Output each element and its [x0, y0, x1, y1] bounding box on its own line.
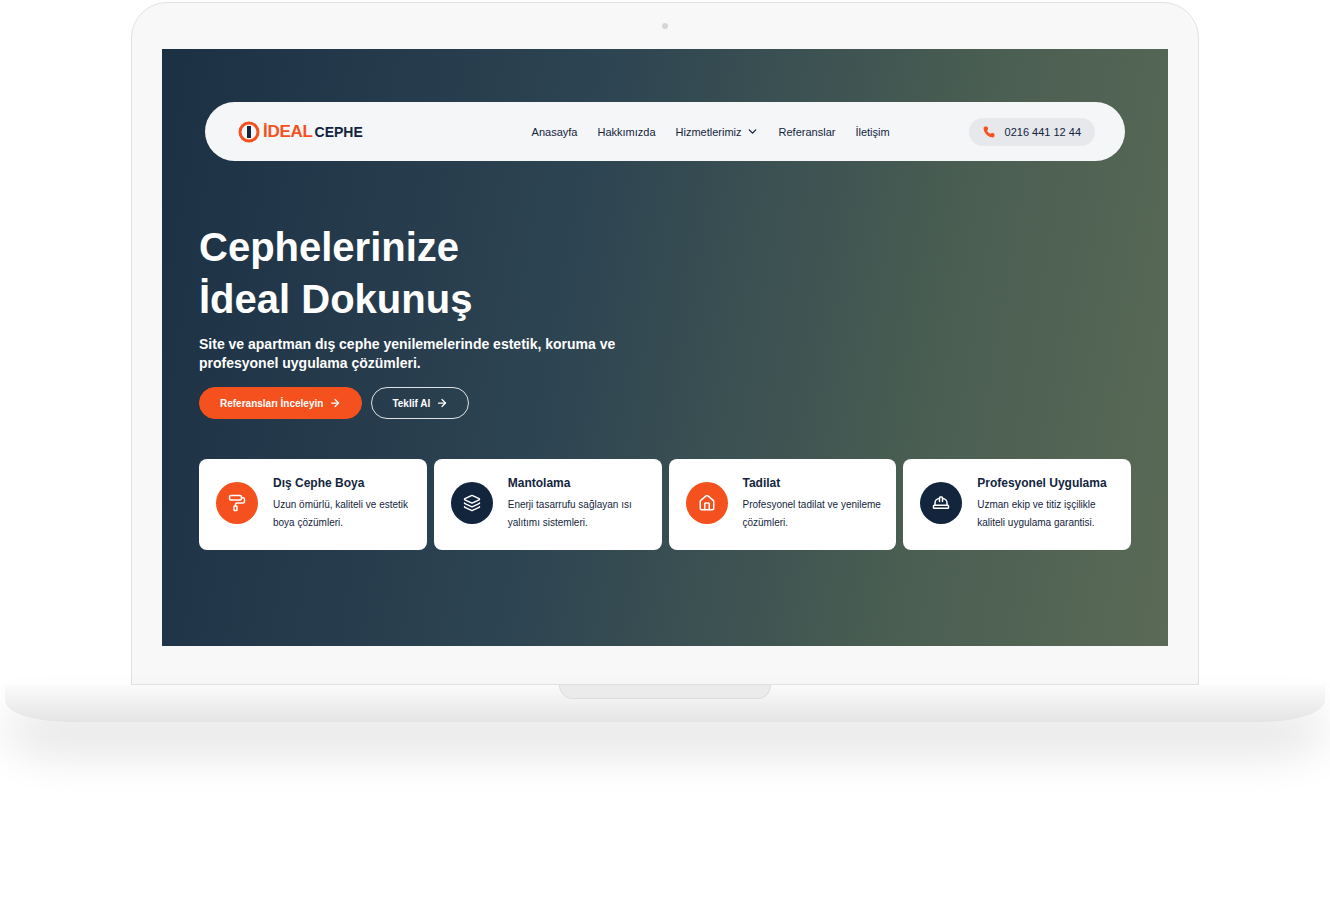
- service-description: Uzun ömürlü, kaliteli ve estetik boya çö…: [273, 496, 413, 532]
- service-text: Mantolama Enerji tasarrufu sağlayan ısı y…: [508, 476, 648, 532]
- nav-item[interactable]: Hakkımızda: [597, 125, 655, 138]
- hero-button[interactable]: Teklif Al: [371, 387, 469, 419]
- phone-icon: [983, 126, 995, 138]
- mockup-page: İDEALCEPHE Anasayfa Hakkımızda Hizmetlerimi…: [0, 0, 1330, 912]
- service-icon-circle: [686, 482, 728, 524]
- service-icon: [932, 494, 950, 512]
- nav-item[interactable]: Hizmetlerimiz: [676, 125, 759, 138]
- logo[interactable]: İDEALCEPHE: [237, 120, 363, 144]
- hero-title: Cephelerinizeİdeal Dokunuş: [199, 221, 1131, 325]
- service-card[interactable]: Tadilat Profesyonel tadilat ve yenileme ç…: [669, 459, 897, 550]
- service-card[interactable]: Mantolama Enerji tasarrufu sağlayan ısı y…: [434, 459, 662, 550]
- arrow-right-icon: [329, 397, 341, 409]
- service-title: Tadilat: [743, 476, 883, 490]
- navbar: İDEALCEPHE Anasayfa Hakkımızda Hizmetlerimi…: [205, 102, 1125, 161]
- hero-title-line: İdeal Dokunuş: [199, 273, 1131, 325]
- arrow-right-icon: [436, 397, 448, 409]
- service-icon-circle: [920, 482, 962, 524]
- logo-primary: İDEAL: [263, 122, 313, 142]
- nav-item[interactable]: İletişim: [855, 125, 889, 138]
- service-icon-circle: [216, 482, 258, 524]
- nav-menu: Anasayfa Hakkımızda Hizmetlerimiz Referansl…: [453, 125, 969, 138]
- logo-secondary: CEPHE: [315, 124, 363, 140]
- service-card[interactable]: Profesyonel Uygulama Uzman ekip ve titiz …: [903, 459, 1131, 550]
- service-cards: Dış Cephe Boya Uzun ömürlü, kaliteli ve e…: [199, 459, 1131, 550]
- laptop-base: [5, 685, 1325, 722]
- service-text: Dış Cephe Boya Uzun ömürlü, kaliteli ve e…: [273, 476, 413, 532]
- laptop-bezel: İDEALCEPHE Anasayfa Hakkımızda Hizmetlerimi…: [131, 2, 1199, 685]
- nav-item[interactable]: Anasayfa: [532, 125, 578, 138]
- service-description: Profesyonel tadilat ve yenileme çözümler…: [743, 496, 883, 532]
- service-icon: [228, 494, 246, 512]
- service-text: Profesyonel Uygulama Uzman ekip ve titiz …: [977, 476, 1117, 532]
- service-title: Dış Cephe Boya: [273, 476, 413, 490]
- camera-row: [662, 3, 668, 49]
- service-description: Enerji tasarrufu sağlayan ısı yalıtımı s…: [508, 496, 648, 532]
- hero-button[interactable]: Referansları İnceleyin: [199, 387, 362, 419]
- laptop-notch: [559, 685, 771, 699]
- service-title: Profesyonel Uygulama: [977, 476, 1117, 490]
- hero-title-line: Cephelerinize: [199, 221, 1131, 273]
- service-icon-circle: [451, 482, 493, 524]
- nav-item[interactable]: Referanslar: [779, 125, 836, 138]
- service-text: Tadilat Profesyonel tadilat ve yenileme ç…: [743, 476, 883, 532]
- hero-buttons: Referansları İnceleyin Teklif Al: [199, 387, 1131, 419]
- service-title: Mantolama: [508, 476, 648, 490]
- service-description: Uzman ekip ve titiz işçilikle kaliteli u…: [977, 496, 1117, 532]
- chevron-down-icon: [746, 125, 759, 138]
- service-icon: [463, 494, 481, 512]
- logo-icon: [237, 120, 261, 144]
- service-card[interactable]: Dış Cephe Boya Uzun ömürlü, kaliteli ve e…: [199, 459, 427, 550]
- hero-subtitle: Site ve apartman dış cephe yenilemelerin…: [199, 335, 659, 373]
- phone-button[interactable]: 0216 441 12 44: [969, 118, 1095, 146]
- service-icon: [698, 494, 716, 512]
- camera-dot: [662, 23, 668, 29]
- website-screen: İDEALCEPHE Anasayfa Hakkımızda Hizmetlerimi…: [162, 49, 1168, 646]
